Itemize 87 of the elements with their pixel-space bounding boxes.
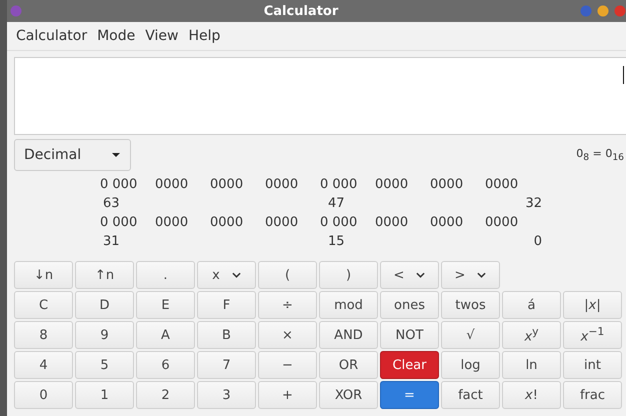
calc-button[interactable]: 6: [136, 351, 195, 379]
calc-button[interactable]: =: [380, 381, 439, 409]
bit-group: 0000: [430, 177, 485, 196]
calc-button[interactable]: .: [136, 261, 195, 289]
bit-group: 0000: [155, 177, 210, 196]
bit-index: 47: [328, 196, 345, 211]
bit-index: 63: [103, 196, 120, 211]
calc-button[interactable]: x$^{y}$: [502, 321, 561, 349]
calc-button[interactable]: 3: [197, 381, 256, 409]
calc-button[interactable]: log: [441, 351, 500, 379]
text-cursor: [623, 66, 624, 84]
calc-button[interactable]: +: [258, 381, 317, 409]
calc-button[interactable]: XOR: [319, 381, 378, 409]
menu-item[interactable]: Mode: [97, 28, 136, 44]
calc-button[interactable]: x$^{−1}$: [563, 321, 622, 349]
menu-item[interactable]: View: [145, 28, 178, 44]
base-dropdown[interactable]: Decimal: [14, 139, 131, 171]
caret-icon: [111, 152, 121, 158]
dropdown-button[interactable]: <: [380, 261, 439, 289]
calc-button[interactable]: (: [258, 261, 317, 289]
calc-button[interactable]: E: [136, 291, 195, 319]
calc-button[interactable]: 1: [75, 381, 134, 409]
close-icon[interactable]: [614, 5, 626, 17]
chevron-icon: [416, 272, 426, 278]
calc-button[interactable]: 5: [75, 351, 134, 379]
minimize-icon[interactable]: [580, 5, 592, 17]
bit-index: 31: [103, 234, 120, 249]
calc-button[interactable]: C: [14, 291, 73, 319]
chevron-icon: [477, 272, 486, 278]
bit-group: 0000: [210, 215, 265, 234]
calc-button[interactable]: 8: [14, 321, 73, 349]
bit-group: 0000: [265, 177, 320, 196]
calc-button[interactable]: 4: [14, 351, 73, 379]
calc-button[interactable]: A: [136, 321, 195, 349]
window-title: Calculator: [262, 4, 340, 18]
calc-button[interactable]: x!: [502, 381, 561, 409]
bit-group: 0000: [485, 215, 540, 234]
base-conversion: 0$_{8}$ = 0$_{16}$: [576, 146, 625, 164]
calc-button[interactable]: F: [197, 291, 256, 319]
bit-index: 32: [525, 196, 542, 211]
menu-item[interactable]: Help: [188, 28, 220, 44]
calc-button[interactable]: frac: [563, 381, 622, 409]
calc-button[interactable]: mod: [319, 291, 378, 319]
calc-button[interactable]: B: [197, 321, 256, 349]
calc-button[interactable]: AND: [319, 321, 378, 349]
bit-group: 0000: [155, 215, 210, 234]
calc-button[interactable]: ln: [502, 351, 561, 379]
bit-group: 0000: [375, 215, 430, 234]
calc-button[interactable]: fact: [441, 381, 500, 409]
bit-group: 0 000: [320, 215, 375, 234]
bit-group: 0000: [485, 177, 540, 196]
calc-button[interactable]: 7: [197, 351, 256, 379]
calc-button[interactable]: ÷: [258, 291, 317, 319]
calc-button[interactable]: √: [441, 321, 500, 349]
dropdown-button[interactable]: x: [197, 261, 256, 289]
calc-button[interactable]: int: [563, 351, 622, 379]
calc-button[interactable]: OR: [319, 351, 378, 379]
chevron-icon: [232, 272, 241, 278]
menu-item[interactable]: Calculator: [16, 28, 88, 44]
calc-button[interactable]: á: [502, 291, 561, 319]
bit-group: 0000: [265, 215, 320, 234]
dropdown-button[interactable]: >: [441, 261, 500, 289]
bit-group: 0000: [210, 177, 265, 196]
calc-button[interactable]: |x|: [563, 291, 622, 319]
bit-group: 0 000: [100, 177, 155, 196]
bit-group: 0 000: [100, 215, 155, 234]
bit-index: 15: [328, 234, 345, 249]
bit-group: 0000: [430, 215, 485, 234]
calc-button[interactable]: Clear: [380, 351, 439, 379]
calc-button[interactable]: 2: [136, 381, 195, 409]
calc-button[interactable]: NOT: [380, 321, 439, 349]
maximize-icon[interactable]: [597, 5, 609, 17]
bit-group: 0000: [375, 177, 430, 196]
calc-button[interactable]: ): [319, 261, 378, 289]
calc-button[interactable]: ↓n: [14, 261, 73, 289]
calc-button[interactable]: ↑n: [75, 261, 134, 289]
calc-button[interactable]: ×: [258, 321, 317, 349]
calc-button[interactable]: 0: [14, 381, 73, 409]
calc-button[interactable]: D: [75, 291, 134, 319]
window-menu-icon[interactable]: [10, 5, 22, 17]
bit-group: 0 000: [320, 177, 375, 196]
calc-button[interactable]: twos: [441, 291, 500, 319]
calc-button[interactable]: 9: [75, 321, 134, 349]
calc-button[interactable]: −: [258, 351, 317, 379]
display-field[interactable]: [14, 57, 626, 135]
calc-button[interactable]: ones: [380, 291, 439, 319]
bit-index: 0: [534, 234, 542, 249]
